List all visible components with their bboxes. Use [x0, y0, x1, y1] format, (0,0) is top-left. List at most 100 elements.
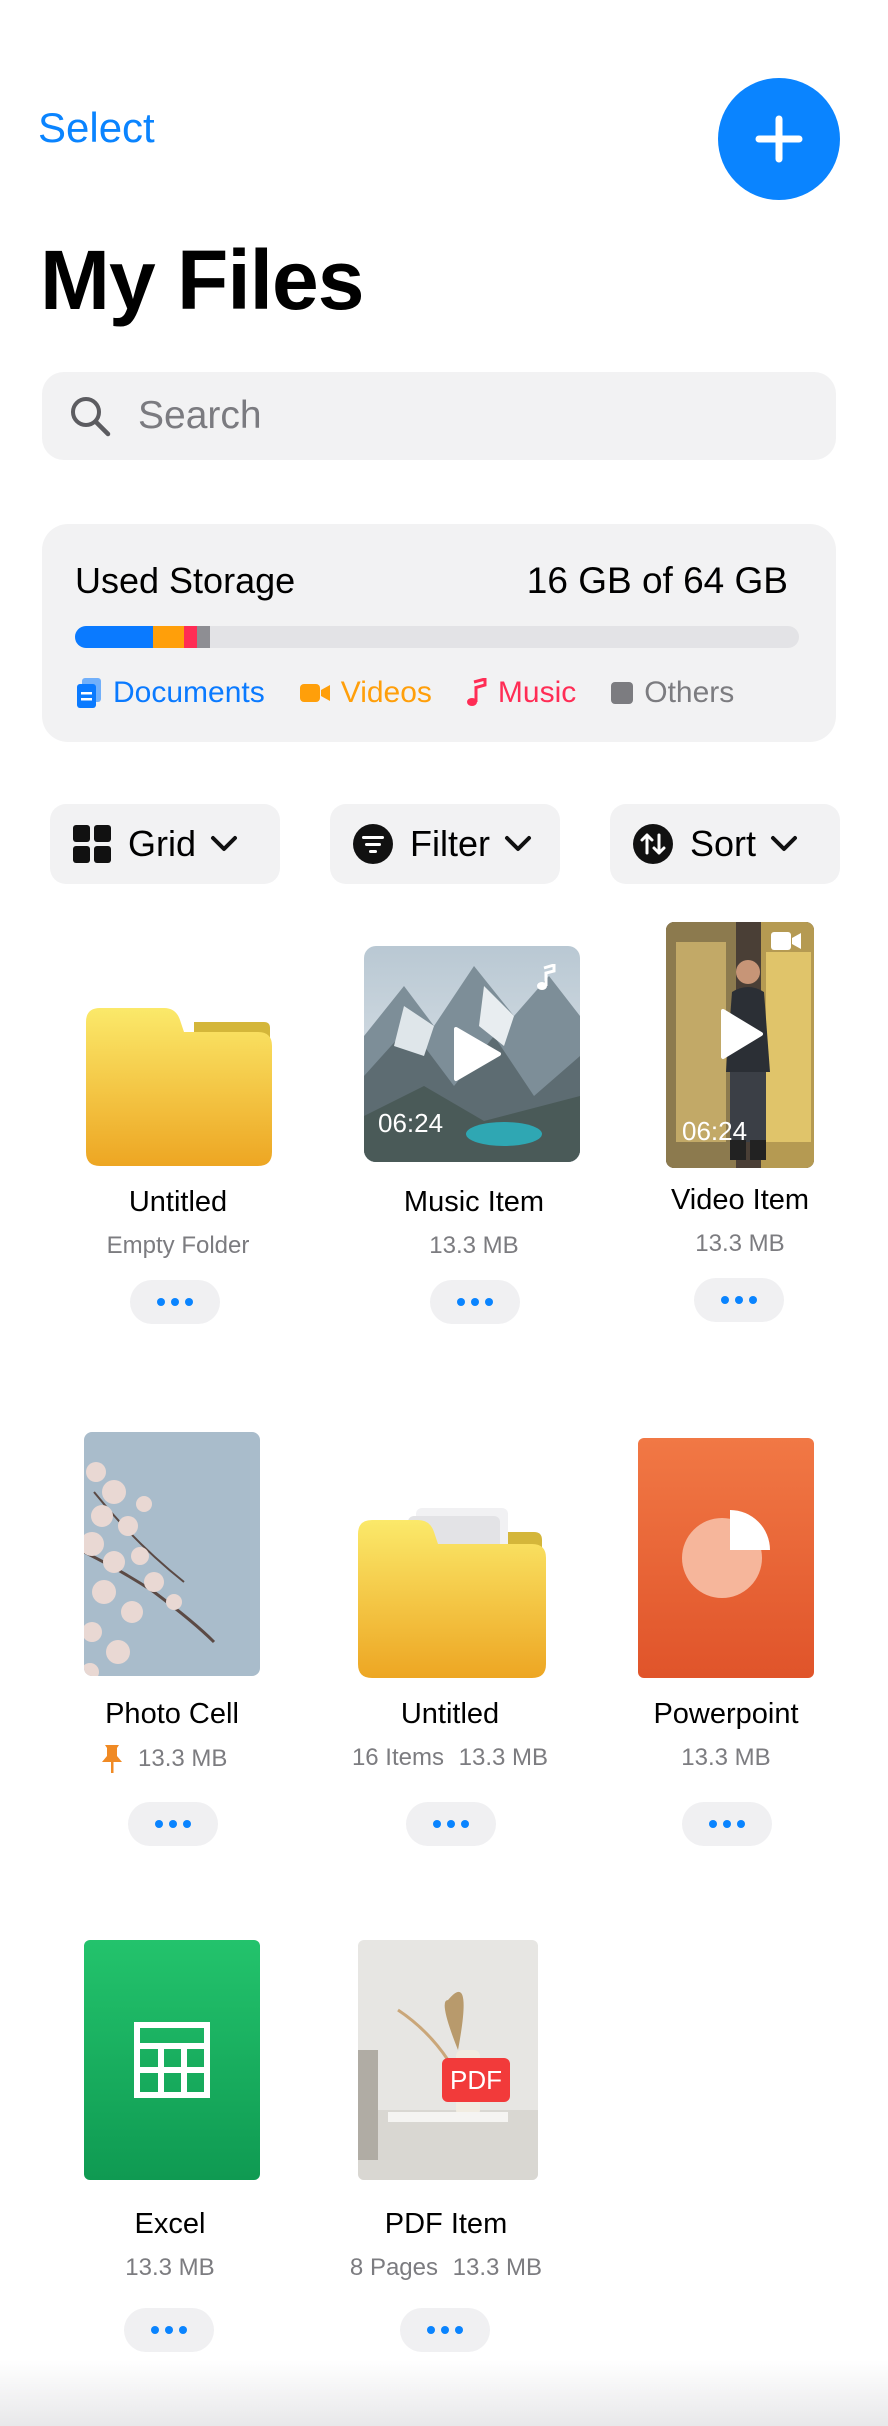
- grid-icon: [73, 825, 111, 863]
- sort-dropdown[interactable]: Sort: [610, 804, 840, 884]
- item-subtitle: Empty Folder: [106, 1232, 250, 1259]
- folder-icon: [86, 1008, 272, 1166]
- item-subtitle: 13.3 MB: [695, 1230, 785, 1257]
- item-subtitle: 13.3 MB: [125, 2254, 215, 2281]
- music-thumbnail: 06:24: [364, 946, 580, 1162]
- more-button[interactable]: [124, 2308, 214, 2352]
- duration-label: 06:24: [378, 1108, 444, 1138]
- ellipsis-icon: [157, 1298, 193, 1306]
- item-count: 16 Items: [351, 1744, 444, 1771]
- item-subtitle: 13.3 MB: [429, 1232, 519, 1259]
- legend-others: Others: [610, 676, 734, 710]
- file-item[interactable]: Untitled Empty Folder: [48, 996, 308, 1336]
- blossom-image: [84, 1432, 260, 1676]
- excel-icon: [84, 1940, 260, 2180]
- ellipsis-icon: [151, 2326, 187, 2334]
- more-button[interactable]: [430, 1280, 520, 1324]
- legend-others-label: Others: [644, 676, 735, 709]
- file-item[interactable]: Photo Cell 13.3 MB: [42, 1432, 302, 1852]
- pie-chart-icon: [682, 1510, 770, 1598]
- chevron-down-icon: [505, 836, 531, 851]
- filter-label: Filter: [410, 823, 490, 864]
- more-button[interactable]: [130, 1280, 220, 1324]
- item-name: Music Item: [403, 1186, 545, 1218]
- filter-icon: [353, 824, 393, 864]
- more-button[interactable]: [400, 2308, 490, 2352]
- pdf-badge: PDF: [442, 2058, 510, 2102]
- bottom-fade: [0, 2360, 888, 2426]
- filter-dropdown[interactable]: Filter: [330, 804, 560, 884]
- file-item[interactable]: 06:24 Music Item 13.3 MB: [344, 946, 604, 1336]
- storage-title: Used Storage: [75, 560, 296, 601]
- legend-documents-label: Documents: [113, 676, 265, 709]
- add-button[interactable]: [718, 78, 840, 200]
- spreadsheet-grid-icon: [134, 2022, 210, 2098]
- video-thumbnail: 06:24: [666, 922, 814, 1168]
- more-button[interactable]: [694, 1278, 784, 1322]
- legend-music: Music: [466, 676, 576, 710]
- duration-label: 06:24: [682, 1116, 748, 1146]
- file-item[interactable]: PDF PDF Item 8 Pages 13.3 MB: [316, 1940, 576, 2352]
- pin-icon: [102, 1745, 122, 1773]
- item-name: Photo Cell: [105, 1698, 239, 1730]
- item-name: Powerpoint: [653, 1698, 799, 1730]
- powerpoint-icon: [638, 1438, 814, 1678]
- item-pages: 8 Pages: [349, 2254, 438, 2281]
- plus-icon: [755, 115, 803, 163]
- ellipsis-icon: [709, 1820, 745, 1828]
- chevron-down-icon: [211, 836, 238, 851]
- item-name: Video Item: [670, 1184, 810, 1216]
- page-title: My Files: [40, 233, 364, 327]
- file-item[interactable]: Powerpoint 13.3 MB: [596, 1438, 856, 1852]
- item-name: PDF Item: [384, 2208, 508, 2240]
- music-note-icon: [466, 678, 487, 706]
- item-name: Untitled: [128, 1186, 228, 1218]
- pdf-thumbnail: PDF: [358, 1940, 538, 2180]
- file-item[interactable]: Excel 13.3 MB: [40, 1938, 300, 2352]
- folder-icon: [358, 1508, 546, 1678]
- storage-amount: 16 GB of 64 GB: [526, 560, 788, 601]
- chevron-down-icon: [771, 836, 798, 851]
- item-name: Untitled: [400, 1698, 500, 1730]
- search-input[interactable]: [136, 393, 780, 439]
- more-button[interactable]: [128, 1802, 218, 1846]
- more-button[interactable]: [406, 1802, 496, 1846]
- item-subtitle: 13.3 MB: [100, 1744, 227, 1774]
- grid-label: Grid: [128, 823, 197, 864]
- grid-view-dropdown[interactable]: Grid: [50, 804, 280, 884]
- storage-segment-music: [183, 626, 198, 648]
- play-icon: [721, 1009, 763, 1059]
- select-button[interactable]: Select: [38, 104, 155, 152]
- document-icon: [77, 678, 101, 708]
- legend-videos-label: Videos: [340, 676, 432, 709]
- item-size: 13.3 MB: [138, 1745, 228, 1772]
- legend-videos: Videos: [299, 676, 432, 710]
- item-subtitle: 13.3 MB: [681, 1744, 771, 1771]
- play-icon: [454, 1027, 501, 1081]
- legend-documents: Documents: [75, 676, 265, 710]
- storage-card: Used Storage 16 GB of 64 GB Documents Vi…: [42, 524, 836, 742]
- storage-segment-others: [197, 626, 210, 648]
- search-icon: [71, 397, 111, 437]
- ellipsis-icon: [427, 2326, 463, 2334]
- item-name: Excel: [134, 2208, 206, 2240]
- item-size: 13.3 MB: [452, 2254, 543, 2281]
- sort-icon: [633, 824, 673, 864]
- search-bar[interactable]: [42, 372, 836, 460]
- music-note-icon: [537, 964, 556, 990]
- item-subtitle: 16 Items 13.3 MB: [320, 1744, 580, 1772]
- item-size: 13.3 MB: [458, 1744, 549, 1771]
- storage-legend: Documents Videos Music Others: [75, 676, 768, 710]
- ellipsis-icon: [721, 1296, 757, 1304]
- more-button[interactable]: [682, 1802, 772, 1846]
- storage-segment-videos: [153, 626, 184, 648]
- storage-segment-documents: [75, 626, 154, 648]
- ellipsis-icon: [457, 1298, 493, 1306]
- item-subtitle: 8 Pages 13.3 MB: [316, 2254, 576, 2282]
- file-item[interactable]: Untitled 16 Items 13.3 MB: [320, 1500, 580, 1852]
- file-item[interactable]: 06:24 Video Item 13.3 MB: [610, 922, 870, 1336]
- ellipsis-icon: [155, 1820, 191, 1828]
- legend-music-label: Music: [497, 676, 577, 709]
- video-camera-icon: [771, 932, 801, 950]
- storage-bar: [75, 626, 799, 648]
